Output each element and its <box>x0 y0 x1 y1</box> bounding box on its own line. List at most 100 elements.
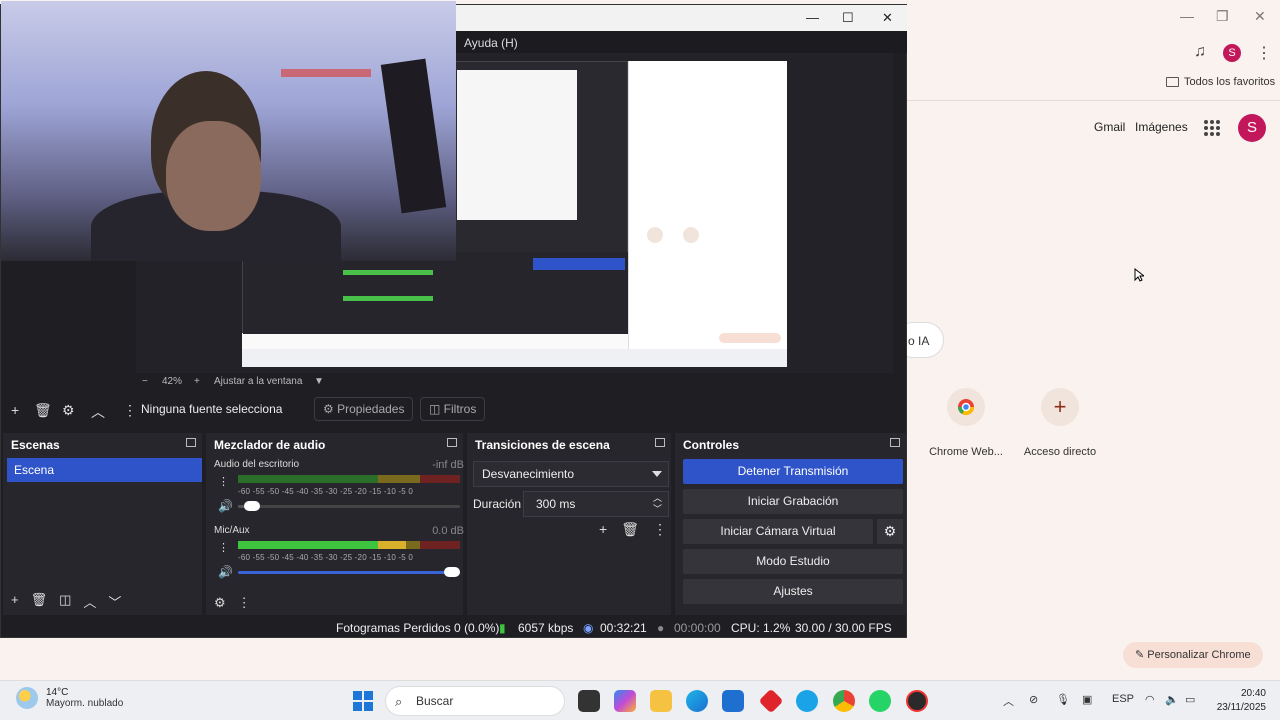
channel-menu-icon[interactable]: ⋮ <box>218 475 229 488</box>
obs-icon[interactable] <box>906 690 928 712</box>
stream-time: 00:32:21 <box>600 621 647 635</box>
screen-icon[interactable]: ▣ <box>1082 693 1092 706</box>
zoom-level: 42% <box>162 376 183 387</box>
filters-button[interactable]: ◫ Filtros <box>420 397 486 421</box>
gear-icon[interactable]: ⚙ <box>877 519 903 544</box>
volume-knob[interactable] <box>444 567 460 577</box>
chevron-down-icon[interactable]: ﹀ <box>108 592 121 611</box>
profile-avatar[interactable]: S <box>1223 44 1241 62</box>
customize-chrome-button[interactable]: ✎ Personalizar Chrome <box>1123 642 1263 668</box>
file-explorer-icon[interactable] <box>650 690 672 712</box>
undock-icon[interactable] <box>186 438 196 447</box>
close-icon[interactable]: ✕ <box>882 10 893 26</box>
trash-icon[interactable]: 🗑 <box>31 592 48 611</box>
mouse-cursor-icon <box>1134 268 1144 282</box>
shortcut-add[interactable]: + Acceso directo <box>1020 388 1100 458</box>
close-icon[interactable]: ✕ <box>1254 8 1266 25</box>
mixer-title: Mezclador de audio <box>214 438 326 452</box>
camera-off-icon[interactable]: ⊘ <box>1029 693 1038 706</box>
taskbar-search[interactable]: ⌕ Buscar <box>385 686 565 716</box>
undock-icon[interactable] <box>447 438 457 447</box>
properties-button[interactable]: ⚙ Propiedades <box>314 397 414 421</box>
scenes-dock: Escenas Escena + 🗑 ◫ ︿ ﹀ <box>3 433 202 615</box>
more-icon[interactable]: ⋮ <box>123 402 137 419</box>
filter-icon[interactable]: ◫ <box>59 592 71 611</box>
media-control-icon[interactable]: ♫ <box>1194 43 1206 61</box>
microphone-icon[interactable]: 🎙 <box>1056 693 1070 706</box>
whatsapp-icon[interactable] <box>869 690 891 712</box>
channel-menu-icon[interactable]: ⋮ <box>218 541 229 554</box>
minimize-icon[interactable]: — <box>1180 8 1194 24</box>
store-icon[interactable] <box>722 690 744 712</box>
system-clock[interactable]: 20:40 23/11/2025 <box>1217 687 1266 715</box>
record-icon: ● <box>657 621 665 635</box>
gear-icon[interactable]: ⚙ <box>62 402 75 419</box>
nested-taskbar <box>242 349 787 367</box>
shortcut-chrome-web[interactable]: Chrome Web... <box>926 388 1006 458</box>
images-link[interactable]: Imágenes <box>1135 120 1188 134</box>
gmail-link[interactable]: Gmail <box>1094 120 1125 134</box>
transition-select[interactable]: Desvanecimiento <box>473 461 669 487</box>
settings-button[interactable]: Ajustes <box>683 579 903 604</box>
all-bookmarks-button[interactable]: Todos los favoritos <box>1166 76 1275 88</box>
channel-db: -inf dB <box>432 459 464 471</box>
edge-icon[interactable] <box>686 690 708 712</box>
wifi-icon[interactable]: ◠ <box>1145 693 1155 706</box>
more-icon[interactable]: ⋮ <box>238 595 251 611</box>
volume-icon[interactable]: 🔈 <box>1165 693 1179 706</box>
plus-icon: + <box>1041 388 1079 426</box>
chevron-down-icon[interactable]: ▼ <box>314 376 324 387</box>
undock-icon[interactable] <box>655 438 665 447</box>
add-scene-icon[interactable]: + <box>11 592 19 611</box>
app-red-icon[interactable] <box>758 688 784 714</box>
controls-title: Controles <box>683 438 740 452</box>
apps-grid-icon[interactable] <box>1204 120 1220 136</box>
maximize-icon[interactable]: ☐ <box>842 10 854 26</box>
bookmarks-divider <box>907 100 1280 101</box>
channel-name: Audio del escritorio <box>214 459 300 470</box>
trash-icon[interactable]: 🗑 <box>621 521 639 538</box>
virtual-camera-button[interactable]: Iniciar Cámara Virtual <box>683 519 873 544</box>
account-avatar[interactable]: S <box>1238 114 1266 142</box>
windows-start-icon[interactable] <box>353 691 373 711</box>
weather-widget[interactable]: 14°C Mayorm. nublado <box>16 687 123 709</box>
speaker-icon[interactable]: 🔊 <box>218 499 233 513</box>
trash-icon[interactable]: 🗑 <box>34 402 52 419</box>
zoom-out-button[interactable]: − <box>142 376 148 387</box>
status-bar: Fotogramas Perdidos 0 (0.0%) ▮ 6057 kbps… <box>1 617 906 639</box>
duration-input[interactable]: 300 ms ︿ ﹀ <box>523 491 669 517</box>
volume-slider[interactable] <box>238 567 460 577</box>
source-toolbar: + 🗑 ⚙ ︿ ⋮ Ninguna fuente selecciona ⚙ Pr… <box>1 397 906 425</box>
chevron-up-icon[interactable]: ︿ <box>1003 693 1014 709</box>
volume-slider[interactable] <box>238 501 460 511</box>
copilot-icon[interactable] <box>614 690 636 712</box>
battery-icon[interactable]: ▭ <box>1185 693 1195 706</box>
advanced-audio-icon[interactable]: ⚙ <box>214 595 226 611</box>
shortcut-label: Chrome Web... <box>929 446 1003 458</box>
more-icon[interactable]: ⋮ <box>653 521 667 538</box>
add-source-icon[interactable]: + <box>11 402 19 418</box>
spinner-icon[interactable]: ︿ ﹀ <box>653 493 662 515</box>
task-view-icon[interactable] <box>578 690 600 712</box>
zoom-in-button[interactable]: + <box>194 376 200 387</box>
stop-stream-button[interactable]: Detener Transmisión <box>683 459 903 484</box>
start-recording-button[interactable]: Iniciar Grabación <box>683 489 903 514</box>
chevron-up-icon[interactable]: ︿ <box>91 402 105 422</box>
speaker-icon[interactable]: 🔊 <box>218 565 233 579</box>
undock-icon[interactable] <box>890 438 900 447</box>
studio-mode-button[interactable]: Modo Estudio <box>683 549 903 574</box>
menu-help[interactable]: Ayuda (H) <box>456 31 907 53</box>
scenes-title: Escenas <box>11 438 60 452</box>
audio-mixer-dock: Mezclador de audio Audio del escritorio … <box>206 433 464 615</box>
app-blue-icon[interactable] <box>796 690 818 712</box>
restore-icon[interactable]: ❐ <box>1216 8 1229 25</box>
menu-icon[interactable]: ⋮ <box>1256 43 1272 63</box>
minimize-icon[interactable]: — <box>806 10 819 25</box>
chevron-up-icon[interactable]: ︿ <box>83 592 96 611</box>
volume-knob[interactable] <box>244 501 261 511</box>
zoom-fit-dropdown[interactable]: Ajustar a la ventana <box>214 376 302 387</box>
add-transition-icon[interactable]: + <box>599 521 607 538</box>
scene-item[interactable]: Escena <box>7 458 202 482</box>
language-indicator[interactable]: ESP <box>1112 693 1134 705</box>
chrome-icon[interactable] <box>833 690 855 712</box>
